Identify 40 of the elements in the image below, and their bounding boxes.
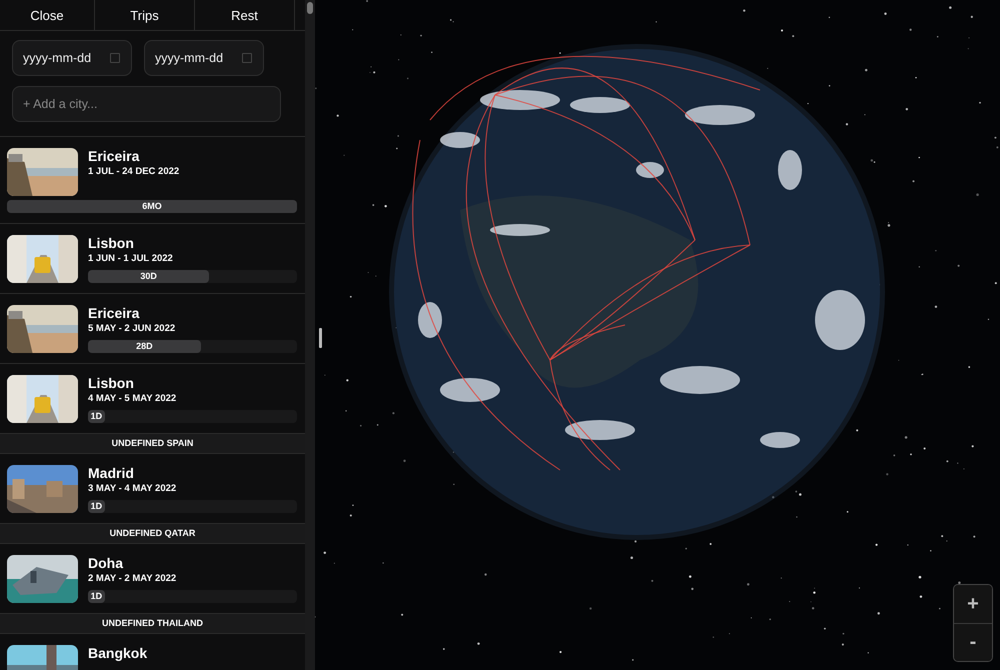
duration-bar: 30D bbox=[88, 270, 210, 283]
trip-item[interactable]: Lisbon 4 MAY - 5 MAY 2022 1D bbox=[0, 364, 305, 434]
trip-dates: 2 MAY - 2 MAY 2022 bbox=[88, 573, 178, 585]
trip-item[interactable]: Ericeira 1 JUL - 24 DEC 2022 6MO bbox=[0, 137, 305, 224]
tab[interactable]: Trips bbox=[95, 0, 195, 30]
city-name: Lisbon bbox=[88, 235, 135, 252]
trip-dates: 1 JUN - 1 JUL 2022 bbox=[88, 253, 174, 265]
duration-bar: 1D bbox=[88, 500, 105, 513]
duration-bar: 1D bbox=[88, 410, 105, 423]
country-header: UNDEFINED SPAIN bbox=[0, 434, 305, 454]
trip-item[interactable]: Ericeira 5 MAY - 2 JUN 2022 28D bbox=[0, 294, 305, 364]
trip-dates: 3 MAY - 4 MAY 2022 bbox=[88, 483, 178, 495]
city-name: Bangkok bbox=[88, 645, 148, 661]
calendar-icon[interactable] bbox=[110, 53, 120, 63]
zoom-out-button[interactable]: - bbox=[954, 623, 992, 661]
date-field[interactable]: yyyy-mm-dd bbox=[144, 40, 264, 76]
trip-dates: 5 MAY - 2 JUN 2022 bbox=[88, 323, 176, 335]
scrollbar-thumb[interactable] bbox=[307, 2, 313, 14]
city-name: Madrid bbox=[88, 465, 135, 482]
trip-item[interactable]: Doha 2 MAY - 2 MAY 2022 1D bbox=[0, 544, 305, 614]
trip-item[interactable]: Bangkok bbox=[0, 634, 305, 670]
city-name: Ericeira bbox=[88, 148, 140, 164]
city-name: Ericeira bbox=[88, 305, 140, 322]
country-header: UNDEFINED QATAR bbox=[0, 524, 305, 544]
trip-item[interactable]: Madrid 3 MAY - 4 MAY 2022 1D bbox=[0, 454, 305, 524]
duration-bar: 6MO bbox=[7, 200, 297, 213]
calendar-icon[interactable] bbox=[242, 53, 252, 63]
date-field[interactable]: yyyy-mm-dd bbox=[12, 40, 132, 76]
tab[interactable]: Close bbox=[0, 0, 95, 30]
duration-bar: 28D bbox=[88, 340, 201, 353]
duration-bar: 1D bbox=[88, 590, 105, 603]
tab[interactable]: Rest bbox=[195, 0, 295, 30]
trip-dates: 1 JUL - 24 DEC 2022 bbox=[88, 166, 180, 177]
trip-dates: 4 MAY - 5 MAY 2022 bbox=[88, 393, 178, 405]
city-field[interactable]: + Add a city... bbox=[12, 86, 281, 122]
trip-item[interactable]: Lisbon 1 JUN - 1 JUL 2022 30D bbox=[0, 224, 305, 294]
city-name: Doha bbox=[88, 555, 124, 572]
resize-handle[interactable] bbox=[319, 328, 322, 348]
country-header: UNDEFINED THAILAND bbox=[0, 614, 305, 634]
city-name: Lisbon bbox=[88, 375, 135, 392]
